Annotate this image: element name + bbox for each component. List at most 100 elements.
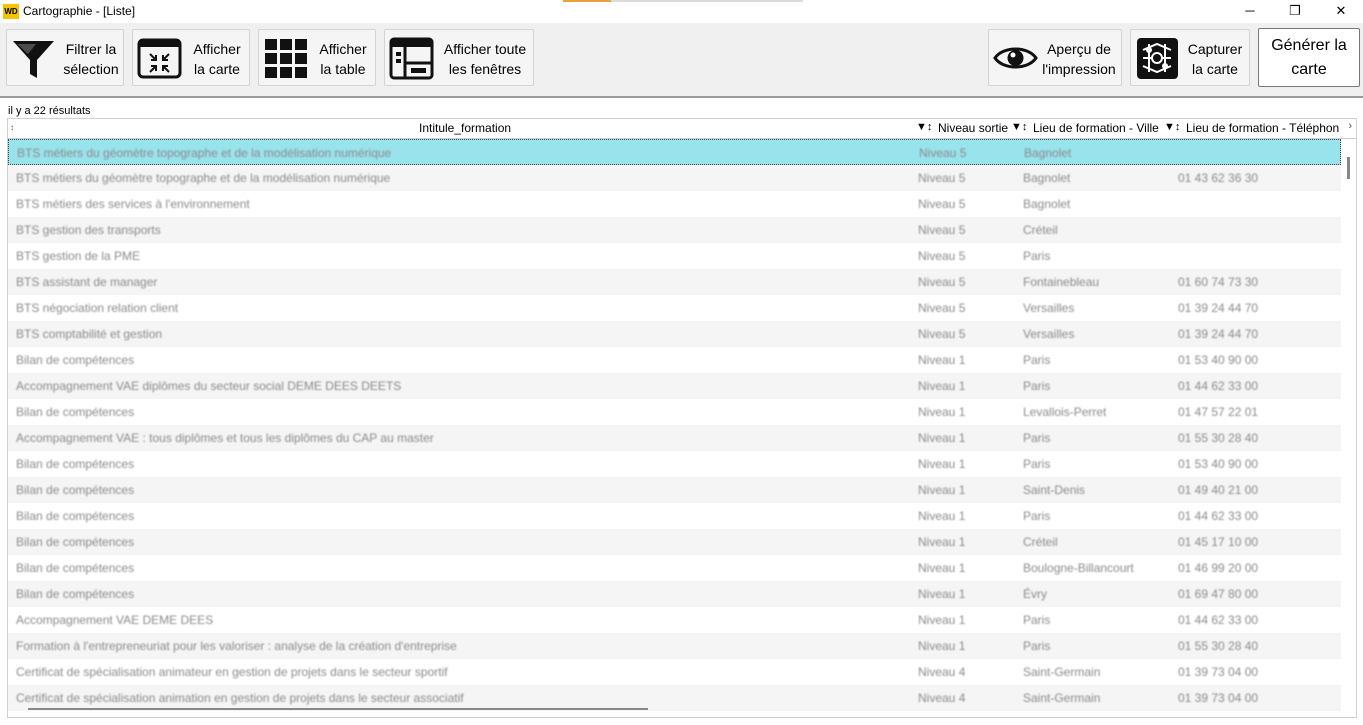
- table-row[interactable]: Bilan de compétences Niveau 1 Évry 01 69 47…: [8, 581, 1341, 607]
- windows-layout-icon: [389, 37, 434, 80]
- funnel-icon: [13, 41, 54, 78]
- table-cell-c2: Niveau 5: [918, 249, 966, 263]
- window-title: Cartographie - [Liste]: [23, 4, 136, 18]
- table-cell-c4: 01 39 73 04 00: [1178, 665, 1259, 679]
- table-cell-c1: Accompagnement VAE diplômes du secteur s…: [16, 379, 402, 393]
- table-cell-c2: Niveau 1: [918, 353, 966, 367]
- table-row[interactable]: BTS négociation relation client Niveau 5 V…: [8, 295, 1341, 321]
- table-cell-c2: Niveau 1: [918, 509, 966, 523]
- table-cell-c3: Versailles: [1023, 301, 1075, 315]
- generate-map-label: Générer la carte: [1271, 36, 1347, 78]
- table-cell-c3: Paris: [1023, 431, 1051, 445]
- table-cell-c3: Paris: [1023, 509, 1051, 523]
- table-cell-c4: 01 55 30 28 40: [1178, 639, 1259, 653]
- table-cell-c3: Versailles: [1023, 327, 1075, 341]
- column-header-intitule[interactable]: Intitule_formation: [419, 121, 511, 135]
- table-row[interactable]: BTS gestion des transports Niveau 5 Crétei…: [8, 217, 1341, 243]
- table-cell-c3: Saint-Germain: [1023, 665, 1101, 679]
- table-cell-c4: 01 44 62 33 00: [1178, 379, 1259, 393]
- table-row[interactable]: Certificat de spécialisation animateur e…: [8, 659, 1341, 685]
- show-all-windows-button[interactable]: Afficher toute les fenêtres: [384, 29, 534, 86]
- generate-map-button[interactable]: Générer la carte: [1258, 28, 1360, 87]
- table-cell-c3: Fontainebleau: [1023, 275, 1100, 289]
- table-row[interactable]: BTS métiers du géomètre topographe et de…: [8, 139, 1341, 165]
- maximize-button[interactable]: ❐: [1272, 0, 1318, 23]
- table-row[interactable]: Bilan de compétences Niveau 1 Boulogne-Bil…: [8, 555, 1341, 581]
- table-row[interactable]: Formation à l'entrepreneuriat pour les v…: [8, 633, 1341, 659]
- scrollbar-thumb[interactable]: [1347, 157, 1350, 179]
- table-cell-c4: 01 39 73 04 00: [1178, 691, 1259, 705]
- table-row[interactable]: Bilan de compétences Niveau 1 Paris 01 53 4…: [8, 347, 1341, 373]
- chevron-right-icon[interactable]: ›: [1348, 120, 1352, 132]
- show-map-label: Afficher la carte: [193, 40, 241, 77]
- table-cell-c3: Bagnolet: [1023, 171, 1071, 185]
- table-row[interactable]: Bilan de compétences Niveau 1 Paris 01 44 6…: [8, 503, 1341, 529]
- close-button[interactable]: ✕: [1318, 0, 1363, 23]
- table-cell-c2: Niveau 5: [918, 327, 966, 341]
- table-cell-c2: Niveau 5: [918, 171, 966, 185]
- table-row[interactable]: BTS métiers des services à l'environneme…: [8, 191, 1341, 217]
- table-cell-c1: Bilan de compétences: [16, 509, 135, 523]
- table-cell-c1: BTS métiers du géomètre topographe et de…: [17, 146, 392, 160]
- collapse-window-icon: [137, 38, 182, 79]
- table-cell-c4: 01 39 24 44 70: [1178, 301, 1259, 315]
- table-cell-c2: Niveau 1: [918, 561, 966, 575]
- capture-map-button[interactable]: Capturer la carte: [1130, 29, 1250, 86]
- table-cell-c3: Créteil: [1023, 223, 1058, 237]
- eye-icon: [993, 47, 1038, 69]
- filter-icon[interactable]: ▼↕: [1011, 121, 1027, 133]
- table-cell-c1: Certificat de spécialisation animation e…: [16, 691, 464, 705]
- table-cell-c1: Bilan de compétences: [16, 561, 135, 575]
- table-row[interactable]: BTS métiers du géomètre topographe et de…: [8, 165, 1341, 191]
- table-cell-c1: Bilan de compétences: [16, 535, 135, 549]
- table-cell-c2: Niveau 1: [918, 535, 966, 549]
- table-cell-c2: Niveau 1: [918, 613, 966, 627]
- table-row[interactable]: Accompagnement VAE : tous diplômes et to…: [8, 425, 1341, 451]
- table-header: ↕ Intitule_formation ▼↕ Niveau sortie ▼↕…: [8, 119, 1356, 139]
- vertical-scrollbar[interactable]: [1342, 139, 1356, 699]
- table-cell-c3: Levallois-Perret: [1023, 405, 1107, 419]
- table-cell-c4: 01 39 24 44 70: [1178, 327, 1259, 341]
- table-row[interactable]: BTS gestion de la PME Niveau 5 Paris: [8, 243, 1341, 269]
- table-cell-c3: Saint-Germain: [1023, 691, 1101, 705]
- table-cell-c3: Bagnolet: [1023, 197, 1071, 211]
- table-cell-c4: 01 53 40 90 00: [1178, 353, 1259, 367]
- table-row[interactable]: Bilan de compétences Niveau 1 Saint-Denis 0…: [8, 477, 1341, 503]
- table-cell-c3: Paris: [1023, 353, 1051, 367]
- table-cell-c4: 01 69 47 80 00: [1178, 587, 1259, 601]
- show-map-button[interactable]: Afficher la carte: [132, 29, 250, 86]
- column-header-ville[interactable]: Lieu de formation - Ville: [1033, 121, 1159, 135]
- show-table-button[interactable]: Afficher la table: [258, 29, 376, 86]
- toolbar: Filtrer la sélection Afficher la carte A…: [0, 23, 1363, 96]
- filter-icon[interactable]: ▼↕: [916, 121, 932, 133]
- table-row[interactable]: BTS assistant de manager Niveau 5 Fontaine…: [8, 269, 1341, 295]
- table-cell-c1: Bilan de compétences: [16, 483, 135, 497]
- horizontal-scrollbar[interactable]: [28, 708, 648, 710]
- table-row[interactable]: Bilan de compétences Niveau 1 Paris 01 53 4…: [8, 451, 1341, 477]
- capture-map-label: Capturer la carte: [1187, 40, 1243, 77]
- column-header-telephone[interactable]: Lieu de formation - Téléphon: [1186, 121, 1339, 135]
- show-all-windows-label: Afficher toute les fenêtres: [443, 40, 527, 77]
- table-row[interactable]: Bilan de compétences Niveau 1 Levallois-Pe…: [8, 399, 1341, 425]
- table-row[interactable]: Accompagnement VAE DEME DEES Niveau 1 Pari…: [8, 607, 1341, 633]
- table-cell-c2: Niveau 1: [918, 431, 966, 445]
- table-cell-c1: BTS gestion de la PME: [16, 249, 141, 263]
- table-cell-c1: BTS gestion des transports: [16, 223, 161, 237]
- show-table-label: Afficher la table: [319, 40, 367, 77]
- table-cell-c3: Saint-Denis: [1023, 483, 1086, 497]
- table-cell-c4: 01 43 62 36 30: [1178, 171, 1259, 185]
- print-preview-button[interactable]: Aperçu de l'impression: [988, 29, 1122, 86]
- table-row[interactable]: BTS comptabilité et gestion Niveau 5 Versa…: [8, 321, 1341, 347]
- column-header-niveau[interactable]: Niveau sortie: [938, 121, 1008, 135]
- table-cell-c1: BTS assistant de manager: [16, 275, 158, 289]
- table-cell-c4: 01 60 74 73 30: [1178, 275, 1259, 289]
- title-accent-bar: [611, 0, 803, 2]
- minimize-button[interactable]: ─: [1227, 0, 1273, 23]
- filter-icon[interactable]: ▼↕: [1164, 121, 1180, 133]
- filter-selection-button[interactable]: Filtrer la sélection: [6, 29, 124, 86]
- table-row[interactable]: Bilan de compétences Niveau 1 Créteil 01 45…: [8, 529, 1341, 555]
- result-count: il y a 22 résultats: [8, 105, 91, 117]
- app-logo: WD: [3, 4, 19, 19]
- table-row[interactable]: Accompagnement VAE diplômes du secteur s…: [8, 373, 1341, 399]
- row-selector-sort-icon[interactable]: ↕: [10, 123, 14, 132]
